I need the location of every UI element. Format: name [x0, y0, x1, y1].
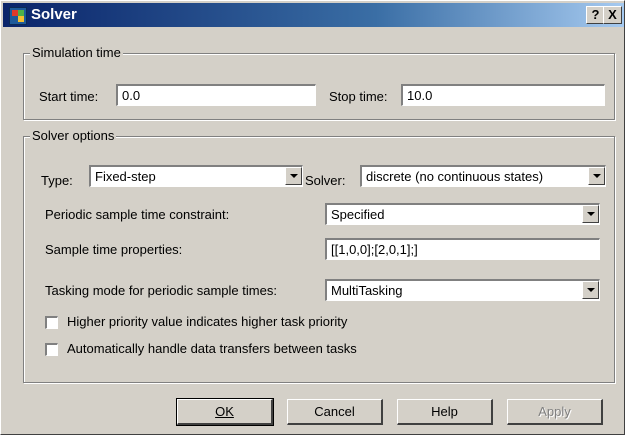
start-time-input[interactable]: 0.0	[116, 84, 316, 106]
chevron-down-icon[interactable]	[582, 205, 599, 223]
type-select[interactable]: Fixed-step	[89, 165, 303, 187]
apply-button[interactable]: Apply	[507, 399, 603, 425]
simulink-app-icon	[9, 7, 27, 25]
stop-time-input[interactable]: 10.0	[401, 84, 605, 106]
solver-label: Solver:	[305, 173, 346, 188]
simulation-time-legend: Simulation time	[30, 45, 123, 60]
start-time-label: Start time:	[39, 89, 99, 104]
type-label: Type:	[41, 173, 73, 188]
cancel-button[interactable]: Cancel	[287, 399, 383, 425]
periodic-constraint-select[interactable]: Specified	[325, 203, 600, 225]
window-title: Solver	[31, 6, 77, 23]
periodic-constraint-label: Periodic sample time constraint:	[45, 207, 230, 222]
higher-priority-label[interactable]: Higher priority value indicates higher t…	[67, 314, 347, 329]
ok-button[interactable]: OK	[176, 398, 274, 426]
close-button[interactable]: X	[603, 6, 622, 24]
sample-time-props-label: Sample time properties:	[45, 242, 183, 257]
solver-dialog: Solver ? X Simulation time Start time: 0…	[0, 0, 625, 435]
stop-time-label: Stop time:	[329, 89, 388, 104]
sample-time-props-input[interactable]: [[1,0,0];[2,0,1];]	[325, 238, 600, 260]
auto-data-transfer-checkbox[interactable]	[45, 343, 58, 356]
chevron-down-icon[interactable]	[582, 281, 599, 299]
chevron-down-icon[interactable]	[285, 167, 302, 185]
auto-data-transfer-label[interactable]: Automatically handle data transfers betw…	[67, 341, 357, 356]
title-bar[interactable]: Solver ? X	[3, 3, 624, 27]
solver-select[interactable]: discrete (no continuous states)	[360, 165, 606, 187]
help-button[interactable]: Help	[397, 399, 493, 425]
solver-options-legend: Solver options	[30, 128, 117, 143]
higher-priority-checkbox[interactable]	[45, 316, 58, 329]
tasking-mode-label: Tasking mode for periodic sample times:	[45, 283, 277, 298]
chevron-down-icon[interactable]	[588, 167, 605, 185]
tasking-mode-select[interactable]: MultiTasking	[325, 279, 600, 301]
